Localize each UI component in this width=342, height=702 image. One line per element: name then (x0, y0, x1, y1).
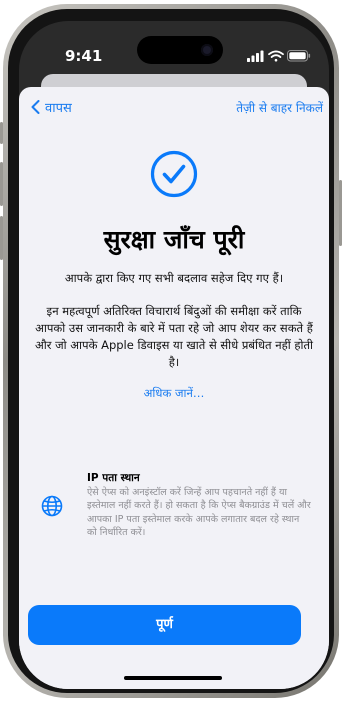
globe-icon (41, 495, 63, 517)
safety-check-sheet: वापस तेज़ी से बाहर निकलें सुरक्षा जाँच प… (19, 87, 329, 689)
feature-title: IP पता स्थान (87, 472, 140, 484)
feature-description: ऐसे ऐप्स को अनइंस्टॉल करें जिन्हें आप पह… (87, 487, 311, 539)
status-time: 9:41 (65, 47, 103, 65)
checkmark-circle-icon (150, 150, 198, 198)
status-bar: 9:41 (19, 21, 329, 73)
home-indicator[interactable] (124, 676, 222, 680)
front-camera-icon (201, 44, 213, 56)
page-title: सुरक्षा जाँच पूरी (103, 225, 245, 254)
done-button[interactable]: पूर्ण (28, 605, 301, 645)
wifi-icon (268, 50, 284, 62)
phone-screen: 9:41 वापस तेज़ी से बाहर निकलें सुरक्षा ज… (19, 21, 329, 689)
dynamic-island (137, 36, 223, 64)
learn-more-link[interactable]: अधिक जानें… (19, 386, 329, 401)
signal-icon (247, 50, 264, 62)
battery-icon (287, 50, 311, 62)
chevron-left-icon (31, 100, 40, 114)
quick-exit-button[interactable]: तेज़ी से बाहर निकलें (236, 99, 323, 116)
status-icons (247, 48, 311, 62)
considerations-text: इन महत्वपूर्ण अतिरिक्त विचारार्थ बिंदुओं… (35, 304, 313, 369)
page-subtitle: आपके द्वारा किए गए सभी बदलाव सहेज दिए गए… (64, 271, 284, 285)
volume-down-button (0, 216, 3, 260)
scroll-fade (19, 557, 329, 587)
footer: पूर्ण (19, 587, 329, 689)
volume-up-button (0, 162, 3, 206)
back-button[interactable]: वापस (31, 98, 72, 116)
action-button (0, 122, 3, 144)
back-button-label: वापस (45, 101, 72, 116)
ip-location-item: IP पता स्थान ऐसे ऐप्स को अनइंस्टॉल करें … (33, 471, 319, 571)
